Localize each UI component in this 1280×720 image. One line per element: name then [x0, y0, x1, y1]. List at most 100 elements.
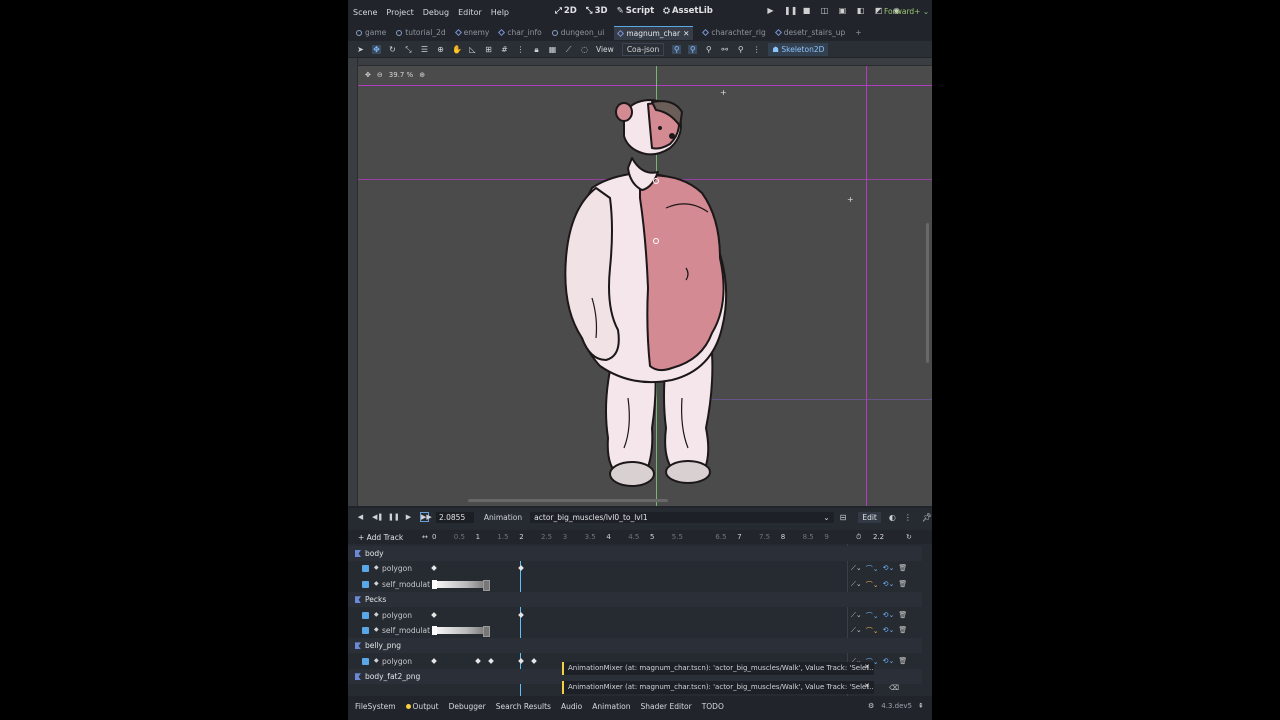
update-mode-icon[interactable]: ⟋⌄ — [851, 611, 862, 621]
keyframe[interactable] — [474, 657, 481, 664]
update-mode-icon[interactable]: ⟋⌄ — [851, 580, 862, 590]
delete-track-icon[interactable]: 🗑︎ — [898, 657, 907, 667]
delete-track-icon[interactable]: 🗑︎ — [898, 611, 907, 621]
keyframe[interactable] — [518, 657, 525, 664]
color-keyframe-gradient[interactable] — [432, 579, 490, 591]
keyframe[interactable] — [431, 565, 437, 572]
interpolation-icon[interactable]: ⌒⌄ — [866, 580, 879, 590]
bottom-tab-debugger[interactable]: Debugger — [449, 702, 486, 711]
renderer-dropdown[interactable]: Forward+ ⌄ — [884, 7, 929, 16]
play-icon[interactable]: ▶ — [404, 513, 413, 521]
warning-toast[interactable]: AnimationMixer (at: magnum_char.tscn): '… — [562, 681, 874, 694]
play-backwards-from-end-icon[interactable]: ◀❚ — [372, 513, 383, 521]
grid-snap-icon[interactable]: # — [500, 45, 509, 54]
close-tab-icon[interactable]: ✕ — [683, 29, 689, 38]
clear-notifications-icon[interactable]: ⌫ — [889, 684, 899, 692]
play-icon[interactable]: ▶ — [766, 6, 775, 15]
scene-tab-magnum-char[interactable]: magnum_char ✕ — [614, 25, 694, 40]
remote-debug-icon[interactable]: ◫ — [820, 6, 829, 15]
keyframe[interactable] — [518, 611, 525, 618]
viewport-vertical-scrollbar[interactable] — [926, 223, 929, 363]
movie-maker-icon[interactable]: ▣ — [838, 6, 847, 15]
interpolation-icon[interactable]: ⌒⌄ — [866, 611, 879, 621]
scene-tab-charachter-rig[interactable]: charachter_rig — [702, 28, 766, 37]
zoom-level[interactable]: 39.7 % — [389, 71, 413, 79]
center-view-icon[interactable]: ✥ — [365, 71, 371, 79]
scene-tab-tutorial-2d[interactable]: tutorial_2d — [396, 28, 446, 37]
visibility-icon[interactable]: ◌ — [580, 45, 589, 54]
animation-time-input[interactable]: 2.0855 — [435, 511, 474, 523]
keyframe[interactable] — [531, 657, 538, 664]
track-enabled-checkbox[interactable] — [362, 565, 369, 573]
keyframe[interactable] — [431, 611, 437, 618]
track-group[interactable]: belly_png — [348, 638, 922, 654]
skeleton-tool-2-icon[interactable]: ⚲ — [688, 44, 698, 54]
list-select-icon[interactable]: ☰ — [420, 45, 429, 54]
skeleton-tool-1-icon[interactable]: ⚲ — [672, 44, 682, 54]
workspace-script[interactable]: ✎ Script — [617, 6, 655, 16]
expand-panel-icon[interactable]: ⇞ — [918, 702, 924, 710]
menu-scene[interactable]: Scene — [353, 8, 377, 17]
track-row[interactable]: ◆polygon ⟋⌄ ⌒⌄ ⟲⌄🗑︎ — [348, 561, 922, 576]
pan-mode-icon[interactable]: ✋ — [452, 45, 462, 54]
keyframe[interactable] — [518, 565, 525, 572]
bottom-tab-audio[interactable]: Audio — [561, 702, 582, 711]
workspace-3d[interactable]: ⤡ 3D — [586, 6, 608, 16]
smart-snap-icon[interactable]: ⊞ — [484, 45, 493, 54]
workspace-2d[interactable]: ⤢ 2D — [555, 6, 577, 16]
scale-mode-icon[interactable]: ⤡ — [404, 45, 413, 54]
onion-skin-icon[interactable]: ◐ — [889, 513, 896, 522]
menu-project[interactable]: Project — [386, 8, 413, 17]
delete-track-icon[interactable]: 🗑︎ — [898, 580, 907, 590]
skeleton-tool-3-icon[interactable]: ⚲ — [704, 45, 713, 54]
track-row[interactable]: ◆polygon ⟋⌄ ⌒⌄ ⟲⌄🗑︎ — [348, 608, 922, 623]
scene-tab-desetr-stairs-up[interactable]: desetr_stairs_up — [774, 28, 845, 37]
stop-icon[interactable]: ■ — [802, 6, 811, 15]
scene-tab-game[interactable]: game — [356, 28, 386, 37]
bone-icon[interactable]: ⟋ — [564, 45, 573, 54]
delete-track-icon[interactable]: 🗑︎ — [898, 626, 907, 636]
scene-tab-char-info[interactable]: char_info — [498, 28, 542, 37]
view-menu[interactable]: View — [596, 45, 614, 54]
snap-icon[interactable]: ⏱ — [856, 533, 861, 542]
more-icon[interactable]: ⋮ — [904, 513, 912, 522]
interpolation-icon[interactable]: ⌒⌄ — [866, 626, 879, 636]
add-scene-tab-icon[interactable]: + — [855, 28, 861, 37]
loop-wrap-icon[interactable]: ⟲⌄ — [883, 611, 895, 621]
bottom-tab-todo[interactable]: TODO — [702, 702, 724, 711]
loop-wrap-icon[interactable]: ⟲⌄ — [883, 657, 895, 667]
color-keyframe-gradient[interactable] — [432, 626, 490, 637]
bottom-tab-animation[interactable]: Animation — [592, 702, 630, 711]
bottom-tab-search-results[interactable]: Search Results — [496, 702, 551, 711]
pause-icon[interactable]: ❚❚ — [388, 513, 400, 521]
update-mode-icon[interactable]: ⟋⌄ — [851, 564, 862, 574]
select-mode-icon[interactable]: ➤ — [356, 45, 365, 54]
group-icon[interactable]: ▦ — [548, 45, 557, 54]
scene-tab-dungeon-ui[interactable]: dungeon_ui — [551, 28, 604, 37]
more-options-icon[interactable]: ⋮ — [752, 45, 761, 54]
play-from-end-icon[interactable]: ▶▶ — [419, 512, 432, 522]
track-group[interactable]: body — [348, 546, 922, 561]
close-icon[interactable]: ✕ — [864, 682, 870, 690]
skeleton-tool-4-icon[interactable]: ⚯ — [720, 45, 729, 54]
lock-icon[interactable]: 🔒︎ — [532, 45, 541, 54]
keyframe[interactable] — [487, 657, 494, 664]
play-backwards-icon[interactable]: ◀ — [356, 513, 365, 521]
interpolation-icon[interactable]: ⌒⌄ — [866, 564, 879, 574]
track-enabled-checkbox[interactable] — [362, 657, 369, 665]
play-custom-scene-icon[interactable]: ◩ — [874, 6, 883, 15]
move-mode-icon[interactable]: ✥ — [372, 44, 381, 54]
skeleton-tool-5-icon[interactable]: ⚲ — [736, 45, 745, 54]
viewport-horizontal-scrollbar[interactable] — [468, 499, 668, 502]
autoplay-icon[interactable]: ⊟ — [840, 513, 847, 522]
canvas-viewport[interactable]: ✥ ⊖ 39.7 % ⊕ + + — [348, 58, 932, 506]
track-group[interactable]: Pecks — [348, 592, 922, 608]
loop-wrap-icon[interactable]: ⟲⌄ — [883, 580, 895, 590]
loop-wrap-icon[interactable]: ⟲⌄ — [883, 626, 895, 636]
track-enabled-checkbox[interactable] — [362, 580, 369, 588]
play-current-scene-icon[interactable]: ◧ — [856, 6, 865, 15]
workspace-assetlib[interactable]: ⛭ AssetLib — [663, 6, 713, 16]
character-sprite[interactable] — [562, 98, 748, 488]
menu-editor[interactable]: Editor — [458, 8, 482, 17]
skeleton2d-button[interactable]: ☗ Skeleton2D — [768, 42, 829, 56]
